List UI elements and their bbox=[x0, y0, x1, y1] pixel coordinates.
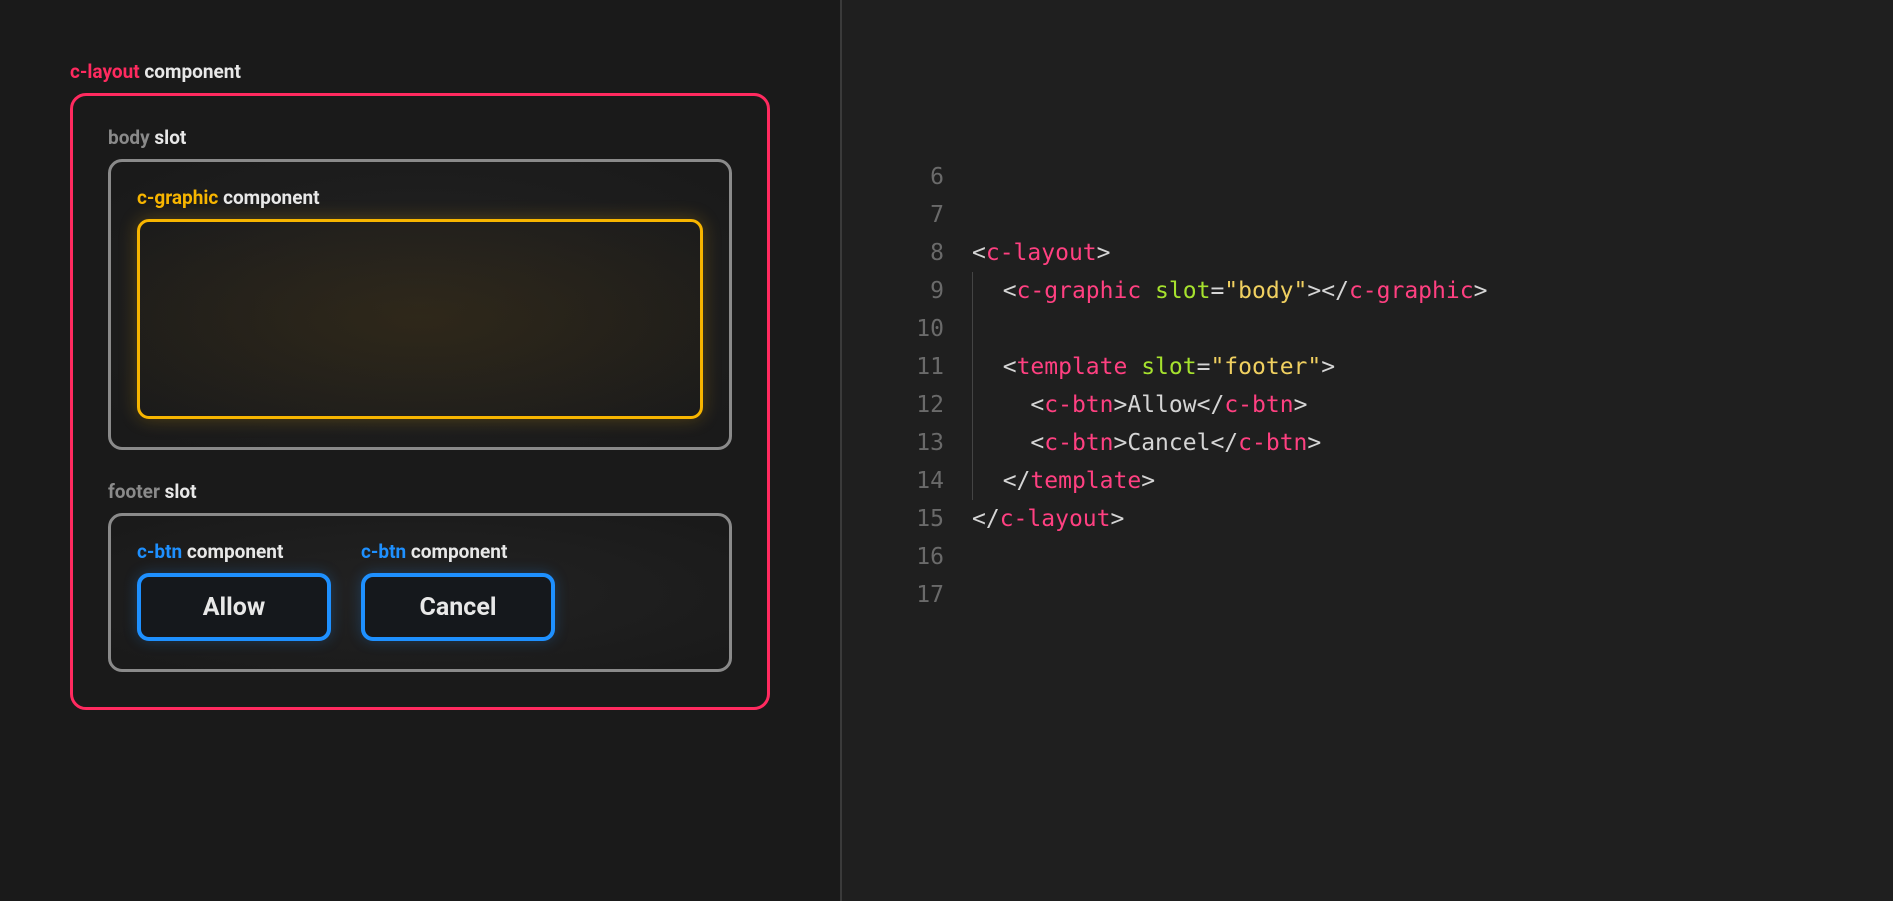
code-content: </c-layout> bbox=[972, 500, 1124, 538]
code-content: <template slot="footer"> bbox=[972, 348, 1335, 386]
c-graphic-label: c-graphic component bbox=[137, 186, 703, 209]
line-number: 8 bbox=[872, 234, 972, 272]
code-line-8: 8 <c-layout> bbox=[872, 234, 1863, 272]
line-number: 6 bbox=[872, 158, 972, 196]
line-number: 11 bbox=[872, 348, 972, 386]
code-line-9: 9 <c-graphic slot="body"></c-graphic> bbox=[872, 272, 1863, 310]
allow-button-column: c-btn component Allow bbox=[137, 540, 331, 641]
c-layout-box: body slot c-graphic component footer slo… bbox=[70, 93, 770, 710]
cancel-button[interactable]: Cancel bbox=[361, 573, 555, 641]
component-word: component bbox=[187, 540, 283, 563]
c-btn-name: c-btn bbox=[361, 540, 406, 563]
code-line-7: 7 bbox=[872, 196, 1863, 234]
code-line-13: 13 <c-btn>Cancel</c-btn> bbox=[872, 424, 1863, 462]
line-number: 14 bbox=[872, 462, 972, 500]
button-row: c-btn component Allow c-btn component Ca… bbox=[137, 540, 703, 641]
line-number: 16 bbox=[872, 538, 972, 576]
body-slot-label: body slot bbox=[108, 126, 732, 149]
line-number: 17 bbox=[872, 576, 972, 614]
line-number: 10 bbox=[872, 310, 972, 348]
component-word: component bbox=[411, 540, 507, 563]
component-word: component bbox=[144, 60, 240, 83]
body-slot-box: c-graphic component bbox=[108, 159, 732, 450]
c-graphic-name: c-graphic bbox=[137, 186, 218, 209]
c-btn-label-cancel: c-btn component bbox=[361, 540, 555, 563]
cancel-button-label: Cancel bbox=[420, 593, 497, 622]
code-content: <c-btn>Cancel</c-btn> bbox=[972, 424, 1321, 462]
line-number: 7 bbox=[872, 196, 972, 234]
code-line-6: 6 bbox=[872, 158, 1863, 196]
code-pane: 6 7 8 <c-layout> 9 <c-graphic slot="body… bbox=[840, 0, 1893, 901]
code-content: <c-layout> bbox=[972, 234, 1111, 272]
code-line-16: 16 bbox=[872, 538, 1863, 576]
line-number: 12 bbox=[872, 386, 972, 424]
cancel-button-column: c-btn component Cancel bbox=[361, 540, 555, 641]
code-line-12: 12 <c-btn>Allow</c-btn> bbox=[872, 386, 1863, 424]
footer-slot-label: footer slot bbox=[108, 480, 732, 503]
code-content: <c-graphic slot="body"></c-graphic> bbox=[972, 272, 1487, 310]
c-layout-label: c-layout component bbox=[70, 60, 770, 83]
code-line-11: 11 <template slot="footer"> bbox=[872, 348, 1863, 386]
code-content: <c-btn>Allow</c-btn> bbox=[972, 386, 1307, 424]
c-btn-name: c-btn bbox=[137, 540, 182, 563]
c-btn-label-allow: c-btn component bbox=[137, 540, 331, 563]
body-name: body bbox=[108, 126, 150, 149]
footer-slot-box: c-btn component Allow c-btn component Ca… bbox=[108, 513, 732, 672]
code-content bbox=[972, 310, 975, 348]
code-line-10: 10 bbox=[872, 310, 1863, 348]
line-number: 9 bbox=[872, 272, 972, 310]
code-line-17: 17 bbox=[872, 576, 1863, 614]
c-graphic-box bbox=[137, 219, 703, 419]
line-number: 13 bbox=[872, 424, 972, 462]
footer-name: footer bbox=[108, 480, 160, 503]
slot-word: slot bbox=[165, 480, 197, 503]
allow-button-label: Allow bbox=[203, 593, 266, 622]
code-line-14: 14 </template> bbox=[872, 462, 1863, 500]
c-layout-name: c-layout bbox=[70, 60, 140, 83]
diagram-pane: c-layout component body slot c-graphic c… bbox=[0, 0, 840, 901]
slot-word: slot bbox=[154, 126, 186, 149]
code-line-15: 15 </c-layout> bbox=[872, 500, 1863, 538]
component-word: component bbox=[223, 186, 319, 209]
code-content: </template> bbox=[972, 462, 1155, 500]
allow-button[interactable]: Allow bbox=[137, 573, 331, 641]
line-number: 15 bbox=[872, 500, 972, 538]
